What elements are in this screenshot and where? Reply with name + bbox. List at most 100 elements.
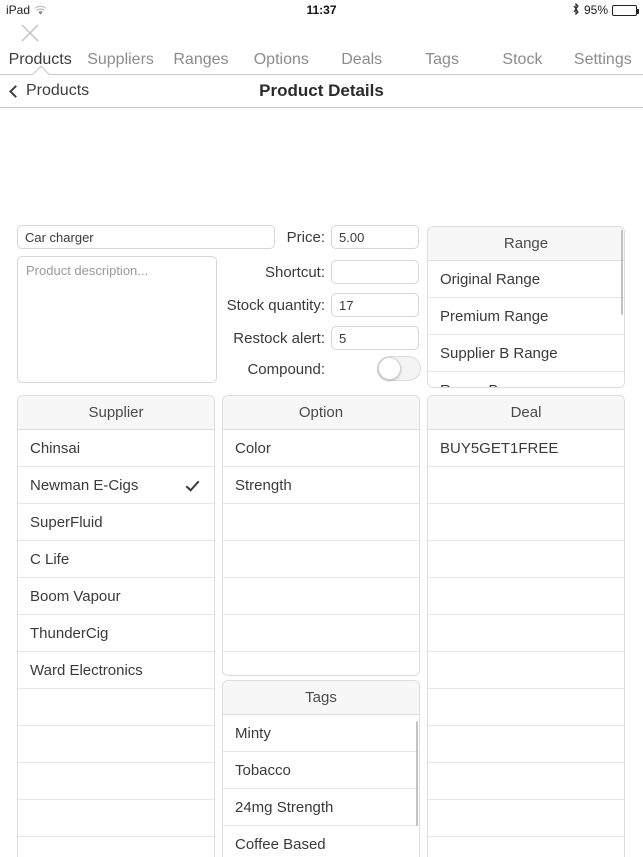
stock-quantity-input[interactable]: 17 [331, 293, 419, 317]
list-item-empty[interactable] [223, 652, 419, 675]
list-item-empty[interactable] [223, 578, 419, 615]
list-item-empty[interactable] [18, 689, 214, 726]
close-icon[interactable] [19, 22, 41, 44]
tab-settings[interactable]: Settings [563, 51, 643, 75]
list-item-empty[interactable] [428, 541, 624, 578]
list-item-label: Minty [235, 724, 271, 742]
deal-list[interactable]: BUY5GET1FREE [428, 430, 624, 857]
list-item-empty[interactable] [428, 504, 624, 541]
status-bar: iPad 11:37 95% [0, 0, 643, 20]
checkmark-icon [188, 478, 202, 492]
shortcut-input[interactable] [331, 260, 419, 284]
price-input[interactable]: 5.00 [331, 225, 419, 249]
list-item[interactable]: Strength [223, 467, 419, 504]
panel-title-deal: Deal [428, 396, 624, 430]
list-item[interactable]: Boom Vapour [18, 578, 214, 615]
back-button[interactable]: Products [9, 82, 89, 100]
list-item-empty[interactable] [223, 541, 419, 578]
list-item[interactable]: Range B [428, 372, 624, 387]
list-item[interactable]: SuperFluid [18, 504, 214, 541]
list-item[interactable]: Chinsai [18, 430, 214, 467]
list-item[interactable]: Newman E-Cigs [18, 467, 214, 504]
tab-label: Options [253, 51, 309, 68]
list-item-empty[interactable] [18, 726, 214, 763]
list-item-label: Strength [235, 476, 292, 494]
stock-quantity-label: Stock quantity: [226, 297, 325, 314]
tab-label: Stock [502, 51, 543, 68]
list-item[interactable]: Minty [223, 715, 419, 752]
status-bar-right: 95% [572, 2, 639, 18]
list-item-label: Original Range [440, 270, 541, 288]
tab-deals[interactable]: Deals [322, 51, 402, 75]
list-item-empty[interactable] [428, 837, 624, 857]
list-item-empty[interactable] [18, 763, 214, 800]
status-bar-time: 11:37 [306, 3, 337, 17]
bluetooth-icon [572, 2, 580, 18]
panel-option: Option Color Strength [222, 395, 420, 676]
list-item[interactable]: Premium Range [428, 298, 624, 335]
tab-label: Settings [573, 51, 632, 68]
list-item-empty[interactable] [428, 726, 624, 763]
tags-scrollbar[interactable] [415, 721, 418, 826]
list-item-empty[interactable] [428, 578, 624, 615]
list-item[interactable]: Ward Electronics [18, 652, 214, 689]
list-item[interactable]: Color [223, 430, 419, 467]
list-item-empty[interactable] [18, 837, 214, 857]
list-item[interactable]: Supplier B Range [428, 335, 624, 372]
panel-title-supplier: Supplier [18, 396, 214, 430]
list-item[interactable]: BUY5GET1FREE [428, 430, 624, 467]
list-item[interactable]: Coffee Based [223, 826, 419, 857]
list-item-label: BUY5GET1FREE [440, 439, 559, 457]
restock-alert-input[interactable]: 5 [331, 326, 419, 350]
list-item-empty[interactable] [428, 800, 624, 837]
shortcut-label: Shortcut: [264, 264, 325, 281]
close-row [0, 20, 643, 45]
list-item-label: Chinsai [30, 439, 81, 457]
option-list[interactable]: Color Strength [223, 430, 419, 675]
tags-list[interactable]: MintyTobacco24mg StrengthCoffee BasedFru… [223, 715, 419, 857]
list-item[interactable]: C Life [18, 541, 214, 578]
list-item-label: Supplier B Range [440, 344, 558, 362]
list-item[interactable]: 24mg Strength [223, 789, 419, 826]
battery-percent: 95% [583, 3, 608, 17]
tab-ranges[interactable]: Ranges [161, 51, 241, 75]
tab-bar: Products Suppliers Ranges Options Deals … [0, 45, 643, 75]
list-item-empty[interactable] [428, 615, 624, 652]
supplier-list[interactable]: Chinsai Newman E-Cigs SuperFluid C Life Boom… [18, 430, 214, 857]
list-item[interactable]: Original Range [428, 261, 624, 298]
list-item-empty[interactable] [428, 652, 624, 689]
page-title: Product Details [259, 81, 384, 100]
tab-stock[interactable]: Stock [482, 51, 562, 75]
product-description-input[interactable]: Product description... [17, 256, 217, 383]
list-item-empty[interactable] [428, 763, 624, 800]
toggle-knob [378, 357, 401, 380]
restock-alert-label: Restock alert: [233, 330, 325, 347]
price-label: Price: [286, 229, 325, 246]
list-item[interactable]: Tobacco [223, 752, 419, 789]
panel-title-tags: Tags [223, 681, 419, 715]
range-scrollbar[interactable] [620, 230, 623, 315]
range-list[interactable]: Original Range Premium Range Supplier B Ra… [428, 261, 624, 387]
list-item-empty[interactable] [223, 504, 419, 541]
list-item-label: 24mg Strength [235, 798, 334, 816]
list-item-label: ThunderCig [30, 624, 109, 642]
tab-label: Deals [341, 51, 383, 68]
tab-suppliers[interactable]: Suppliers [80, 51, 160, 75]
list-item-label: Boom Vapour [30, 587, 121, 605]
list-item[interactable]: ThunderCig [18, 615, 214, 652]
list-item-empty[interactable] [428, 689, 624, 726]
device-name: iPad [6, 3, 31, 17]
battery-icon [612, 4, 639, 16]
list-item-empty[interactable] [428, 467, 624, 504]
tab-options[interactable]: Options [241, 51, 321, 75]
list-item-empty[interactable] [18, 800, 214, 837]
tab-label: Tags [425, 51, 459, 68]
tab-products[interactable]: Products [0, 51, 80, 75]
tab-label: Products [8, 51, 72, 68]
panel-deal: Deal BUY5GET1FREE [427, 395, 625, 857]
tab-tags[interactable]: Tags [402, 51, 482, 75]
compound-label: Compound: [247, 361, 325, 378]
panel-range: Range Original Range Premium Range Supplie… [427, 226, 625, 388]
list-item-empty[interactable] [223, 615, 419, 652]
compound-toggle[interactable] [377, 356, 421, 381]
